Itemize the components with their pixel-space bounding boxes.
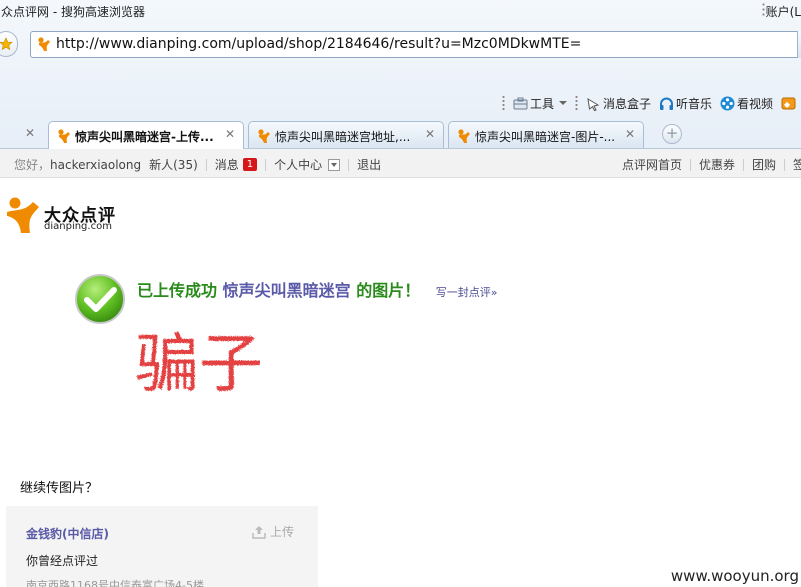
browser-chrome: 众点评网 - 搜狗高速浏览器 账户(L http://www.dianping.… bbox=[0, 0, 801, 149]
write-review-link[interactable]: 写一封点评» bbox=[436, 286, 498, 299]
close-icon[interactable]: ✕ bbox=[625, 127, 635, 141]
reviewed-status-text: 你曾经点评过 bbox=[26, 554, 99, 568]
success-suffix: 的图片！ bbox=[356, 281, 421, 300]
message-count-badge: 1 bbox=[242, 158, 258, 171]
tab-shop-photos[interactable]: 惊声尖叫黑暗迷宫-图片-... ✕ bbox=[448, 121, 644, 148]
video-button[interactable]: 看视频 bbox=[720, 95, 773, 112]
browser-toolbar: 工具 消息盒子 听音乐 看视频 ◆ bbox=[502, 92, 801, 114]
continue-upload-label: 继续传图片？ bbox=[20, 481, 99, 496]
extra-toolbar-button[interactable]: ◆ bbox=[781, 96, 798, 111]
site-favicon-icon bbox=[257, 128, 273, 147]
divider bbox=[205, 158, 207, 171]
close-icon[interactable]: ✕ bbox=[25, 126, 35, 140]
music-label: 听音乐 bbox=[676, 96, 713, 111]
success-check-icon bbox=[74, 273, 126, 328]
music-button[interactable]: 听音乐 bbox=[659, 95, 712, 112]
game-icon: ◆ bbox=[781, 97, 796, 109]
message-box-icon bbox=[587, 97, 600, 111]
home-link[interactable]: 点评网首页 bbox=[622, 156, 682, 173]
menu-grip-icon bbox=[762, 2, 765, 18]
uploaded-image-text: 骗子 bbox=[135, 328, 260, 397]
address-go-button[interactable] bbox=[797, 31, 801, 58]
message-box-label: 消息盒子 bbox=[603, 96, 652, 111]
watermark-text: www.wooyun.org bbox=[670, 567, 799, 585]
greeting-text: 您好， bbox=[14, 158, 51, 172]
divider bbox=[742, 158, 744, 171]
window-title: 众点评网 - 搜狗高速浏览器 bbox=[1, 5, 145, 19]
close-icon[interactable]: ✕ bbox=[225, 127, 235, 141]
success-prefix: 已上传成功 bbox=[137, 281, 218, 300]
site-favicon-icon bbox=[57, 128, 73, 147]
uploaded-image[interactable]: 骗子 bbox=[135, 322, 263, 402]
tools-menu-button[interactable]: 工具 bbox=[513, 95, 568, 112]
tab-strip: ✕ 惊声尖叫黑暗迷宫-上传... ✕ 惊声尖叫黑暗迷宫地址,... ✕ 惊声尖叫… bbox=[0, 119, 801, 149]
divider bbox=[689, 158, 691, 171]
url-text[interactable]: http://www.dianping.com/upload/shop/2184… bbox=[56, 36, 581, 52]
username-link[interactable]: hackerxiaolong bbox=[50, 158, 141, 172]
logo-figure-icon bbox=[7, 197, 39, 233]
toolbar-grip-icon bbox=[575, 95, 579, 111]
checkin-link[interactable]: 签 bbox=[793, 156, 801, 173]
video-icon bbox=[720, 96, 735, 110]
divider bbox=[783, 158, 785, 171]
coupon-link[interactable]: 优惠券 bbox=[699, 156, 735, 173]
site-favicon-icon bbox=[37, 36, 53, 55]
divider bbox=[348, 158, 350, 171]
user-center-link[interactable]: 个人中心 bbox=[274, 156, 322, 173]
tab-upload-result[interactable]: 惊声尖叫黑暗迷宫-上传... ✕ bbox=[48, 121, 244, 149]
svg-text:◆: ◆ bbox=[784, 100, 791, 109]
upload-icon bbox=[252, 525, 266, 539]
tab-label: 惊声尖叫黑暗迷宫-图片-... bbox=[475, 130, 616, 144]
tab-label: 惊声尖叫黑暗迷宫地址,... bbox=[275, 130, 411, 144]
toolbox-icon bbox=[513, 97, 528, 109]
title-bar: 众点评网 - 搜狗高速浏览器 账户(L bbox=[0, 0, 801, 22]
video-label: 看视频 bbox=[737, 96, 774, 111]
shop-address-text: 南京西路1168号中信泰富广场4-5楼 bbox=[26, 579, 204, 587]
tab-label: 惊声尖叫黑暗迷宫-上传... bbox=[75, 130, 214, 144]
site-favicon-icon bbox=[457, 128, 473, 147]
upload-label: 上传 bbox=[269, 525, 294, 539]
shop-name-link[interactable]: 惊声尖叫黑暗迷宫 bbox=[223, 281, 351, 300]
upload-button[interactable]: 上传 bbox=[252, 523, 294, 540]
message-box-button[interactable]: 消息盒子 bbox=[586, 95, 651, 112]
tools-label: 工具 bbox=[530, 96, 555, 111]
account-menu[interactable]: 账户(L bbox=[766, 3, 801, 20]
dianping-logo[interactable]: 大众点评 dianping.com bbox=[6, 196, 115, 237]
messages-link[interactable]: 消息 bbox=[215, 156, 239, 173]
tab-shop-address[interactable]: 惊声尖叫黑暗迷宫地址,... ✕ bbox=[248, 121, 444, 148]
site-user-bar: 您好， hackerxiaolong 新人(35) 消息 1 个人中心 退出 点… bbox=[0, 149, 801, 178]
new-tab-button[interactable]: + bbox=[662, 124, 682, 144]
toolbar-grip-icon bbox=[502, 95, 505, 111]
close-icon[interactable]: ✕ bbox=[425, 127, 435, 141]
upload-success-message: 已上传成功 惊声尖叫黑暗迷宫 的图片！ 写一封点评» bbox=[137, 277, 498, 301]
logout-link[interactable]: 退出 bbox=[357, 156, 381, 173]
chevron-down-icon[interactable] bbox=[328, 158, 341, 171]
favorite-star-button[interactable] bbox=[0, 31, 18, 57]
divider bbox=[265, 158, 267, 171]
plus-icon: + bbox=[665, 124, 679, 142]
shop-card-name-link[interactable]: 金钱豹(中信店) bbox=[26, 525, 109, 542]
star-icon bbox=[0, 37, 13, 51]
headphones-icon bbox=[660, 97, 674, 110]
new-user-link[interactable]: 新人(35) bbox=[149, 156, 198, 173]
address-bar[interactable]: http://www.dianping.com/upload/shop/2184… bbox=[30, 31, 801, 58]
logo-english-text: dianping.com bbox=[44, 221, 112, 232]
group-buy-link[interactable]: 团购 bbox=[752, 156, 776, 173]
chevron-down-icon bbox=[559, 101, 568, 105]
shop-card: 金钱豹(中信店) 上传 你曾经点评过 南京西路1168号中信泰富广场4-5楼 bbox=[6, 506, 318, 587]
